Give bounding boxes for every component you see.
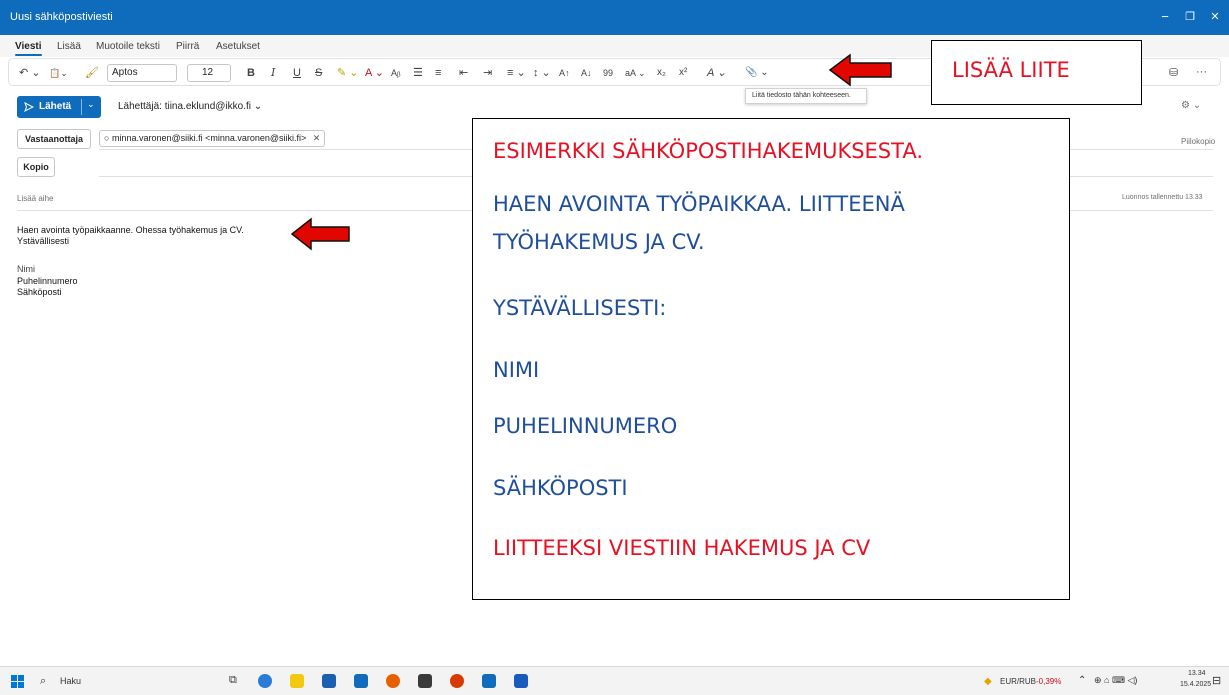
currency-label[interactable]: EUR/RUB — [1000, 677, 1036, 686]
font-color-icon[interactable]: A ⌄ — [365, 65, 384, 81]
attach-tooltip: Liitä tiedosto tähän kohteeseen. — [745, 88, 867, 104]
quote-icon[interactable]: 99 — [603, 65, 613, 81]
highlight-icon[interactable]: ✎ ⌄ — [337, 65, 359, 81]
superscript-icon[interactable]: x² — [679, 65, 687, 81]
example-line: NIMI — [493, 358, 540, 382]
edge-icon[interactable] — [258, 674, 272, 688]
draft-saved-status: Luonnos tallennettu 13.33 — [1122, 194, 1203, 201]
app-icon[interactable] — [450, 674, 464, 688]
windows-start-icon[interactable] — [11, 675, 24, 688]
from-selector[interactable]: Lähettäjä: tiina.eklund@ikko.fi ⌄ — [118, 101, 262, 112]
example-line: SÄHKÖPOSTI — [493, 476, 628, 500]
settings-icon[interactable]: ⚙ ⌄ — [1181, 100, 1201, 111]
word-icon[interactable] — [514, 674, 528, 688]
body-line: Nimi — [17, 264, 35, 274]
send-icon — [24, 102, 34, 112]
example-line: PUHELINNUMERO — [493, 414, 678, 438]
cc-button[interactable]: Kopio — [17, 157, 55, 177]
chevron-down-icon[interactable]: ⌄ — [87, 99, 95, 110]
more-options-icon[interactable]: ··· — [1196, 64, 1207, 80]
mail-icon[interactable] — [354, 674, 368, 688]
rtl-icon[interactable]: A↓ — [581, 65, 592, 81]
task-view-icon[interactable]: ⧉ — [229, 674, 237, 687]
recipient-chip[interactable]: ○ minna.varonen@siiki.fi <minna.varonen@… — [99, 130, 326, 147]
underline-button[interactable]: U — [293, 65, 301, 81]
example-callout-box: ESIMERKKI SÄHKÖPOSTIHAKEMUKSESTA. HAEN A… — [472, 118, 1070, 600]
paste-icon[interactable]: 📋⌄ — [49, 65, 68, 81]
format-painter-icon[interactable]: 🖌 — [85, 65, 99, 81]
body-line: Sähköposti — [17, 287, 62, 297]
align-icon[interactable]: ≡ ⌄ — [507, 65, 526, 81]
notification-icon[interactable]: ⊟ — [1212, 674, 1221, 687]
tab-insert[interactable]: Lisää — [57, 41, 81, 52]
undo-icon[interactable]: ↶ ⌄ — [19, 65, 41, 81]
sensitivity-icon[interactable]: ⛁ — [1169, 65, 1178, 81]
font-size-select[interactable]: 12 — [187, 64, 231, 82]
tab-options[interactable]: Asetukset — [216, 41, 260, 52]
bold-button[interactable]: B — [247, 65, 255, 81]
windows-taskbar: ⌕ Haku ⧉ ◆ EUR/RUB -0,39% ⌃ ⊕ ⌂ ⌨ ◁) 13.… — [0, 666, 1229, 695]
firefox-icon[interactable] — [386, 674, 400, 688]
body-line: Ystävällisesti — [17, 236, 70, 246]
search-icon[interactable]: ⌕ — [40, 675, 46, 688]
arrow-to-body-icon — [290, 217, 350, 251]
attach-file-icon[interactable]: 📎 ⌄ — [745, 65, 769, 81]
tab-draw[interactable]: Piirrä — [176, 41, 199, 52]
restore-icon[interactable]: ❐ — [1180, 8, 1200, 26]
subject-input[interactable]: Lisää aihe — [17, 194, 53, 203]
minimize-icon[interactable]: − — [1155, 8, 1175, 26]
change-case-icon[interactable]: aA ⌄ — [625, 65, 646, 81]
arrow-to-attach-icon — [828, 53, 892, 87]
example-line: TYÖHAKEMUS JA CV. — [493, 230, 705, 254]
send-divider — [81, 99, 82, 115]
example-line: YSTÄVÄLLISESTI: — [493, 296, 667, 320]
taskbar-search[interactable]: Haku — [60, 676, 81, 686]
title-bar: Uusi sähköpostiviesti − ❐ ✕ — [0, 0, 1229, 35]
example-title: ESIMERKKI SÄHKÖPOSTIHAKEMUKSESTA. — [493, 139, 924, 163]
send-label: Lähetä — [39, 101, 72, 112]
tab-message[interactable]: Viesti — [15, 41, 42, 56]
currency-change: -0,39% — [1036, 677, 1062, 686]
outlook-icon[interactable] — [482, 674, 496, 688]
subscript-icon[interactable]: x₂ — [657, 65, 666, 81]
ltr-icon[interactable]: A↑ — [559, 65, 570, 81]
strikethrough-button[interactable]: S — [315, 65, 322, 81]
chevron-up-icon[interactable]: ⌃ — [1078, 675, 1086, 686]
indent-icon[interactable]: ⇥ — [483, 65, 492, 81]
attach-callout-label: LISÄÄ LIITE — [952, 58, 1070, 82]
send-button[interactable]: Lähetä ⌄ — [17, 96, 101, 118]
bullets-icon[interactable]: ☰ — [413, 65, 423, 81]
system-tray-icons[interactable]: ⊕ ⌂ ⌨ ◁) — [1094, 675, 1137, 686]
italic-button[interactable]: I — [271, 65, 275, 81]
body-line: Haen avointa työpaikkaanne. Ohessa työha… — [17, 225, 244, 235]
clock-time[interactable]: 13.34 — [1188, 670, 1206, 677]
attach-callout-box: LISÄÄ LIITE — [931, 40, 1142, 105]
outlook-compose-window: Uusi sähköpostiviesti − ❐ ✕ Viesti Lisää… — [0, 0, 1229, 695]
bcc-link[interactable]: Piilokopio — [1181, 137, 1215, 146]
window-title: Uusi sähköpostiviesti — [10, 11, 113, 23]
font-family-select[interactable]: Aptos — [107, 64, 177, 82]
close-icon[interactable]: ✕ — [1205, 8, 1225, 26]
body-line: Puhelinnumero — [17, 276, 78, 286]
outdent-icon[interactable]: ⇤ — [459, 65, 468, 81]
numbering-icon[interactable]: ≡ — [435, 65, 441, 81]
clear-formatting-icon[interactable]: Aᵦ — [391, 65, 400, 81]
contact-status-icon: ○ — [104, 133, 112, 143]
app-icon[interactable] — [418, 674, 432, 688]
recipient-address: minna.varonen@siiki.fi <minna.varonen@si… — [111, 133, 307, 143]
clock-date[interactable]: 15.4.2025 — [1180, 681, 1211, 688]
styles-icon[interactable]: A ⌄ — [707, 65, 726, 81]
line-spacing-icon[interactable]: ↕ ⌄ — [533, 65, 551, 81]
tab-format-text[interactable]: Muotoile teksti — [96, 41, 160, 52]
to-button[interactable]: Vastaanottaja — [17, 129, 91, 149]
currency-icon: ◆ — [984, 676, 992, 687]
remove-recipient-icon[interactable]: ✕ — [313, 131, 321, 146]
file-explorer-icon[interactable] — [290, 674, 304, 688]
example-line: HAEN AVOINTA TYÖPAIKKAA. LIITTEENÄ — [493, 192, 905, 216]
store-icon[interactable] — [322, 674, 336, 688]
example-attach-line: LIITTEEKSI VIESTIIN HAKEMUS JA CV — [493, 536, 871, 560]
